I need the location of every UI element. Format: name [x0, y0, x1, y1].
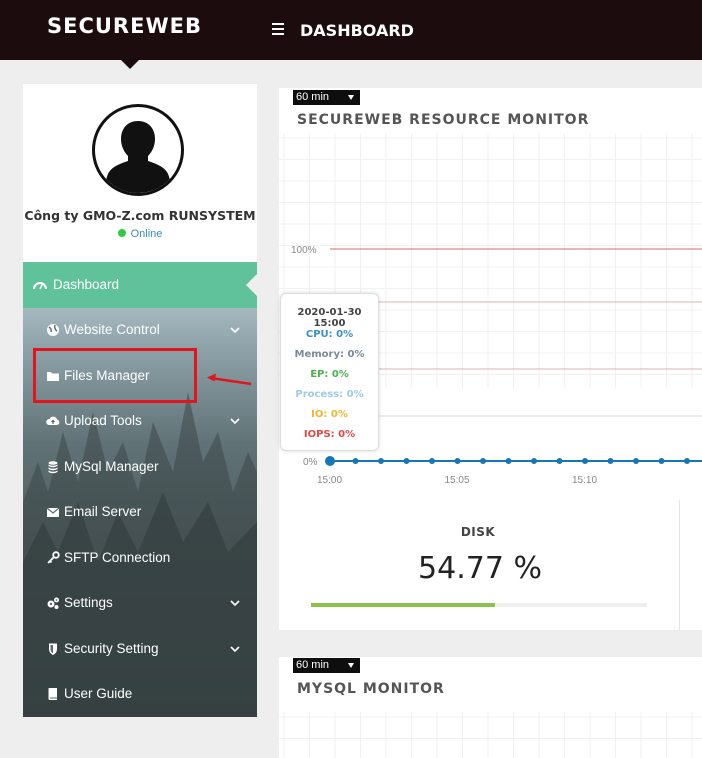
company-name: Công ty GMO-Z.com RUNSYSTEM — [24, 208, 256, 223]
gauge-icon — [33, 282, 47, 290]
sidebar-item-sftp-connection[interactable]: SFTP Connection — [23, 539, 257, 579]
sidebar-item-mysql-manager[interactable]: MySql Manager — [23, 448, 257, 488]
sidebar-item-label: Security Setting — [64, 641, 159, 656]
key-icon — [47, 551, 60, 564]
sidebar-item-label: MySql Manager — [64, 459, 159, 474]
y-tick-label: 0% — [303, 457, 318, 468]
page-title: DASHBOARD — [300, 21, 414, 40]
cpu-data-point — [658, 458, 665, 464]
cpu-data-point — [607, 458, 614, 464]
disk-progress-fill — [311, 603, 496, 607]
caret-down-icon — [348, 95, 354, 100]
cpu-data-point — [582, 458, 588, 464]
chevron-down-icon[interactable] — [230, 416, 240, 426]
cpu-data-point — [429, 458, 435, 464]
caret-down-icon — [348, 663, 354, 668]
cpu-data-point — [378, 458, 384, 464]
cpu-data-point — [556, 458, 563, 464]
sidebar-item-dashboard[interactable]: Dashboard — [23, 262, 257, 308]
tooltip-iops: IOPS: 0% — [303, 429, 356, 440]
sidebar-item-label: Email Server — [64, 504, 142, 519]
online-status: Online — [23, 228, 257, 240]
resource-range-select[interactable]: 60 min — [293, 90, 360, 105]
sidebar-item-website-control[interactable]: Website Control — [23, 311, 257, 351]
tooltip-time: 2020-01-30 15:00 — [297, 307, 362, 329]
sidebar-item-label: SFTP Connection — [64, 550, 171, 565]
avatar[interactable] — [92, 104, 184, 196]
x-tick-label: 15:05 — [445, 475, 470, 486]
tooltip-memory: Memory: 0% — [294, 349, 365, 360]
tooltip-cpu: CPU: 0% — [305, 329, 354, 340]
database-icon — [48, 461, 58, 474]
top-bar: SECUREWEB DASHBOARD — [0, 0, 702, 60]
chevron-down-icon[interactable] — [230, 598, 240, 608]
user-silhouette-icon — [105, 121, 171, 193]
active-notch — [246, 273, 257, 297]
mysql-monitor-title: MYSQL MONITOR — [297, 681, 445, 697]
book-icon — [48, 688, 57, 700]
disk-value: 54.77 % — [418, 551, 542, 586]
sidebar-item-label: User Guide — [64, 686, 133, 701]
cpu-data-point — [325, 456, 335, 466]
cloud-upload-icon — [46, 416, 60, 425]
x-tick-label: 15:10 — [572, 475, 597, 486]
sidebar-item-label: Dashboard — [53, 277, 120, 292]
tooltip-ep: EP: 0% — [310, 369, 349, 380]
cpu-data-point — [352, 458, 359, 464]
sidebar-item-user-guide[interactable]: User Guide — [23, 675, 257, 715]
sidebar-item-email-server[interactable]: Email Server — [23, 493, 257, 533]
cpu-data-point — [403, 458, 410, 464]
chart-tooltip: 2020-01-30 15:00 CPU: 0% Memory: 0% EP: … — [280, 293, 379, 451]
chevron-down-icon[interactable] — [230, 325, 240, 335]
gears-icon — [47, 597, 59, 609]
sidebar-item-settings[interactable]: Settings — [23, 584, 257, 624]
envelope-icon — [46, 507, 60, 517]
cpu-data-point — [684, 458, 690, 464]
hamburger-menu-icon[interactable] — [272, 23, 284, 35]
y-tick-label: 100% — [291, 245, 317, 256]
files-manager-highlight — [33, 348, 197, 403]
tooltip-process: Process: 0% — [295, 389, 364, 400]
sidebar-item-label: Website Control — [64, 322, 160, 337]
x-tick-label: 15:00 — [317, 475, 342, 486]
disk-progress-bar — [311, 603, 647, 607]
brand-caret — [121, 60, 139, 69]
mysql-range-select[interactable]: 60 min — [293, 658, 360, 673]
sidebar-item-security-setting[interactable]: Security Setting — [23, 630, 257, 670]
chevron-down-icon[interactable] — [230, 644, 240, 654]
range-value: 60 min — [296, 91, 330, 103]
online-dot-icon — [117, 229, 126, 237]
tooltip-io: IO: 0% — [311, 409, 348, 420]
cpu-data-point — [454, 458, 461, 464]
sidebar-item-label: Upload Tools — [64, 413, 142, 428]
status-label: Online — [130, 228, 163, 240]
sidebar-item-upload-tools[interactable]: Upload Tools — [23, 402, 257, 442]
disk-label: DISK — [460, 525, 496, 539]
card-divider — [679, 500, 680, 630]
range-value: 60 min — [296, 659, 330, 671]
shield-icon — [49, 643, 57, 655]
profile-panel: Công ty GMO-Z.com RUNSYSTEM Online — [23, 84, 257, 262]
cpu-data-point — [633, 458, 639, 464]
sidebar-item-label: Settings — [64, 595, 113, 610]
globe-icon — [47, 324, 59, 336]
resource-monitor-title: SECUREWEB RESOURCE MONITOR — [297, 112, 590, 128]
cpu-data-point — [505, 458, 512, 464]
brand-logo[interactable]: SECUREWEB — [47, 14, 202, 38]
cpu-data-point — [531, 458, 537, 464]
cpu-data-point — [480, 458, 486, 464]
annotation-arrow-icon — [207, 373, 252, 386]
